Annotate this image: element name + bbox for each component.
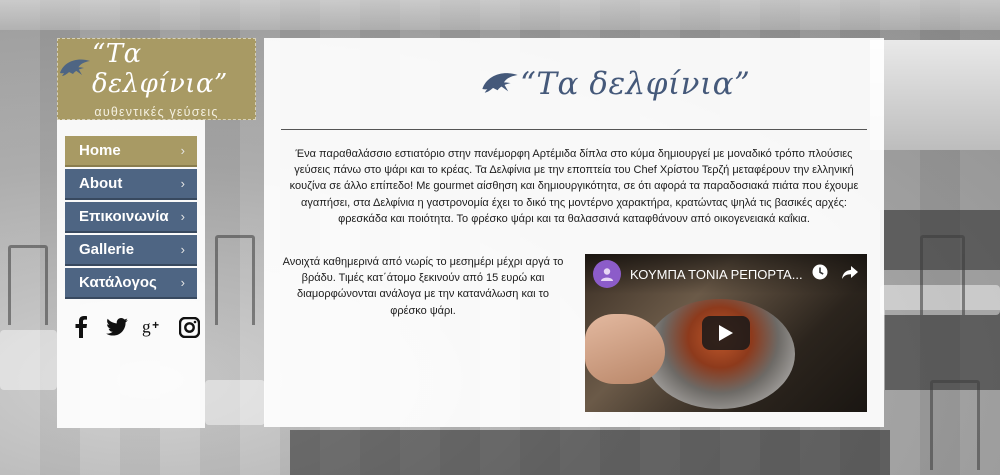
instagram-icon[interactable] — [178, 316, 200, 338]
chevron-right-icon: › — [180, 275, 185, 290]
svg-text:+: + — [152, 318, 159, 332]
main-nav: Home › About › Επικοινωνία › Gallerie › … — [65, 136, 197, 301]
intro-text: Ένα παραθαλάσσιο εστιατόριο στην πανέμορ… — [289, 148, 859, 225]
nav-item-label: Gallerie — [79, 241, 135, 258]
main-logo-text: “Τα δελφίνια” — [520, 66, 751, 102]
logo-tagline: αυθεντικές γεύσεις — [94, 105, 219, 119]
nav-item-label: Επικοινωνία — [79, 208, 169, 225]
video-thumbnail-detail — [585, 314, 665, 384]
nav-item-label: About — [79, 175, 123, 192]
nav-item-gallery[interactable]: Gallerie › — [65, 235, 197, 266]
nav-item-contact[interactable]: Επικοινωνία › — [65, 202, 197, 233]
video-title[interactable]: ΚΟΥΜΠΑ ΤΟΝΙΑ ΡΕΠΟΡΤΑ... — [630, 267, 805, 282]
social-links: g + — [70, 316, 200, 338]
facebook-icon[interactable] — [70, 316, 92, 338]
chevron-right-icon: › — [180, 242, 185, 257]
site-logo[interactable]: “Τα δελφίνια” αυθεντικές γεύσεις — [57, 38, 256, 120]
svg-text:g: g — [142, 317, 151, 337]
play-button[interactable] — [702, 316, 750, 350]
channel-avatar[interactable] — [593, 260, 621, 288]
hours-text: Ανοιχτά καθημερινά από νωρίς το μεσημέρι… — [282, 256, 564, 317]
video-header: ΚΟΥΜΠΑ ΤΟΝΙΑ ΡΕΠΟΡΤΑ... — [585, 254, 867, 294]
main-logo: “Τα δελφίνια” — [480, 66, 750, 102]
logo-text: “Τα δελφίνια” — [92, 39, 228, 99]
dolphin-icon — [480, 67, 520, 102]
nav-item-label: Κατάλογος — [79, 274, 157, 291]
video-embed[interactable]: ΚΟΥΜΠΑ ΤΟΝΙΑ ΡΕΠΟΡΤΑ... — [585, 254, 867, 412]
main-panel: “Τα δελφίνια” Ένα παραθαλάσσιο εστιατόρι… — [264, 38, 884, 427]
dolphin-icon — [58, 55, 92, 84]
share-icon[interactable] — [841, 263, 859, 286]
nav-item-about[interactable]: About › — [65, 169, 197, 200]
twitter-icon[interactable] — [106, 316, 128, 338]
nav-item-menu[interactable]: Κατάλογος › — [65, 268, 197, 299]
google-plus-icon[interactable]: g + — [142, 316, 164, 338]
chevron-right-icon: › — [180, 176, 185, 191]
chevron-right-icon: › — [180, 209, 185, 224]
nav-item-label: Home — [79, 142, 121, 159]
divider — [281, 129, 867, 130]
watch-later-icon[interactable] — [811, 263, 829, 286]
chevron-right-icon: › — [180, 143, 185, 158]
nav-item-home[interactable]: Home › — [65, 136, 197, 167]
